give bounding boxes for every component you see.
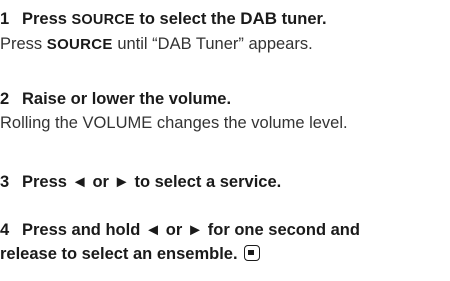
source-keyword: SOURCE	[71, 12, 135, 28]
step-2-heading: 2 Raise or lower the volume.	[0, 87, 450, 111]
step-4-heading-line-2: release to select an ensemble.	[0, 242, 450, 266]
step-1-heading: 1 Press SOURCE to select the DAB tuner.	[0, 7, 450, 32]
step-2-body: Rolling the VOLUME changes the volume le…	[0, 114, 348, 132]
stop-square-icon	[243, 245, 260, 261]
step-3-number: 3	[0, 173, 10, 191]
step-1-number: 1	[0, 10, 10, 28]
step-4: 4 Press and hold ◄ or ► for one second an…	[0, 218, 450, 266]
step-2: 2 Raise or lower the volume. Rolling the …	[0, 87, 450, 135]
step-4-number: 4	[0, 221, 10, 239]
step-3: 3 Press ◄ or ► to select a service.	[0, 170, 450, 194]
step-1-body: Press SOURCE until “DAB Tuner” appears.	[0, 35, 313, 53]
step-3-heading: 3 Press ◄ or ► to select a service.	[0, 170, 450, 194]
instruction-page: 1 Press SOURCE to select the DAB tuner. P…	[0, 0, 450, 281]
step-2-number: 2	[0, 90, 10, 108]
step-1: 1 Press SOURCE to select the DAB tuner. P…	[0, 7, 450, 57]
step-4-heading-line-1: 4 Press and hold ◄ or ► for one second an…	[0, 218, 450, 242]
dab-brand: DAB	[240, 9, 278, 28]
source-keyword: SOURCE	[46, 36, 113, 53]
